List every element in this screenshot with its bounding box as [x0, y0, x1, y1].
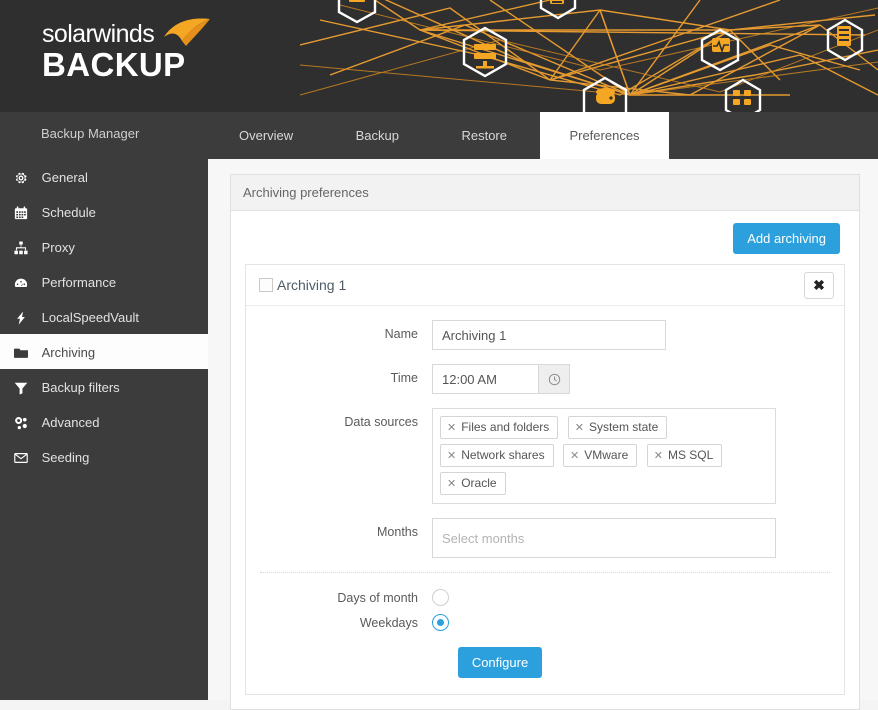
tag-label: VMware — [584, 448, 629, 462]
sidebar-label-localspeedvault: LocalSpeedVault — [41, 310, 139, 326]
panel-body: Add archiving Archiving 1 ✖ Name Archivi… — [231, 211, 859, 709]
archiving-preferences-panel: Archiving preferences Add archiving Arch… — [230, 174, 860, 710]
tag-label: Network shares — [461, 448, 545, 462]
tag-remove-icon[interactable]: ✕ — [447, 422, 456, 434]
time-input[interactable] — [432, 364, 538, 394]
sidebar-label-backup-filters: Backup filters — [41, 380, 120, 396]
tag-label: Oracle — [461, 476, 497, 490]
sidebar-item-general[interactable]: General — [0, 159, 208, 194]
tag-label: System state — [588, 420, 659, 434]
solarwinds-swoosh-icon — [164, 18, 210, 46]
tag-remove-icon[interactable]: ✕ — [447, 450, 456, 462]
configure-button[interactable]: Configure — [457, 647, 543, 678]
time-label: Time — [390, 371, 418, 385]
tag-remove-icon[interactable]: ✕ — [575, 422, 584, 434]
archiving-entry-body: Name Time — [246, 306, 844, 694]
field-row-months: Months — [246, 518, 844, 558]
gear-icon — [14, 171, 36, 185]
sidebar-item-archiving[interactable]: Archiving — [0, 334, 208, 369]
close-icon[interactable]: ✖ — [804, 272, 834, 299]
add-archiving-button[interactable]: Add archiving — [733, 223, 840, 254]
field-row-data-sources: Data sources ✕ Files and folders ✕ System … — [246, 408, 844, 504]
sidebar-item-proxy[interactable]: Proxy — [0, 229, 208, 264]
tab-restore[interactable]: Restore — [432, 112, 536, 159]
radio-row-days-of-month: Days of month — [246, 589, 844, 606]
funnel-icon — [14, 381, 36, 395]
data-sources-tag-input[interactable]: ✕ Files and folders ✕ System state ✕ Networ… — [432, 408, 776, 504]
tag-remove-icon[interactable]: ✕ — [570, 450, 579, 462]
sidebar-item-seeding[interactable]: Seeding — [0, 439, 208, 474]
days-of-month-label: Days of month — [337, 590, 418, 605]
sidebar-item-localspeedvault[interactable]: LocalSpeedVault — [0, 299, 208, 334]
sidebar-label-schedule: Schedule — [41, 205, 96, 221]
calendar-icon — [14, 206, 36, 220]
tag-remove-icon[interactable]: ✕ — [447, 478, 456, 490]
envelope-icon — [14, 451, 36, 465]
tab-backup[interactable]: Backup — [327, 112, 428, 159]
sidebar-label-general: General — [41, 170, 88, 186]
sidebar-label-localperformance: Performance — [41, 275, 117, 291]
sidebar-item-schedule[interactable]: Schedule — [0, 194, 208, 229]
tag-remove-icon[interactable]: ✕ — [654, 450, 663, 462]
sitemap-icon — [14, 241, 36, 255]
tab-preferences[interactable]: Preferences — [540, 112, 669, 159]
sidebar-item-backup-filters[interactable]: Backup filters — [0, 369, 208, 404]
archiving-enable-checkbox[interactable] — [259, 278, 273, 292]
sidebar-label-advanced: Advanced — [41, 415, 100, 431]
top-navbar: Backup Manager Overview Backup Restore P… — [0, 112, 878, 159]
network-decoration-graphic — [300, 0, 878, 112]
tab-overview[interactable]: Overview — [210, 112, 322, 159]
tag-oracle[interactable]: ✕ Oracle — [440, 472, 506, 495]
days-of-month-radio[interactable] — [432, 589, 449, 606]
main-tabs: Overview Backup Restore Preferences — [210, 112, 669, 159]
preferences-sidebar: General Schedule Proxy Performance Local… — [0, 159, 208, 700]
radio-row-weekdays: Weekdays — [246, 614, 844, 631]
tag-network-shares[interactable]: ✕ Network shares — [440, 444, 554, 467]
sidebar-label-archiving: Archiving — [41, 345, 96, 361]
tag-files-and-folders[interactable]: ✕ Files and folders — [440, 416, 559, 439]
top-banner: solarwinds BACKUP — [0, 0, 878, 112]
tag-ms-sql[interactable]: ✕ MS SQL — [646, 444, 723, 467]
bolt-icon — [14, 311, 36, 325]
folder-icon — [14, 346, 36, 360]
logo-product-name: BACKUP — [42, 46, 186, 83]
gauge-icon — [14, 276, 36, 290]
schedule-mode-group: Days of month Weekdays — [246, 573, 844, 631]
archiving-entry-card: Archiving 1 ✖ Name Time — [245, 264, 845, 695]
archiving-entry-header: Archiving 1 ✖ — [246, 265, 844, 306]
gears-icon — [14, 416, 36, 430]
sidebar-item-performance[interactable]: Performance — [0, 264, 208, 299]
panel-title: Archiving preferences — [231, 175, 859, 211]
add-archiving-row: Add archiving — [245, 223, 845, 264]
tag-vmware[interactable]: ✕ VMware — [563, 444, 638, 467]
tag-label: Files and folders — [461, 420, 550, 434]
sidebar-label-proxy: Proxy — [41, 240, 75, 256]
months-input[interactable] — [432, 518, 776, 558]
field-row-name: Name — [246, 320, 844, 350]
weekdays-label: Weekdays — [359, 615, 418, 630]
configure-row: Configure — [246, 639, 844, 694]
sidebar-label-seeding: Seeding — [41, 450, 90, 466]
data-sources-label: Data sources — [344, 415, 418, 429]
tag-system-state[interactable]: ✕ System state — [567, 416, 668, 439]
backup-manager-label: Backup Manager — [41, 126, 140, 141]
name-label: Name — [384, 327, 418, 341]
weekdays-radio[interactable] — [432, 614, 449, 631]
field-row-time: Time — [246, 364, 844, 394]
name-input[interactable] — [432, 320, 666, 350]
content-area: Archiving preferences Add archiving Arch… — [208, 159, 878, 710]
clock-icon[interactable] — [538, 364, 570, 394]
tag-label: MS SQL — [667, 448, 714, 462]
archiving-entry-title: Archiving 1 — [277, 277, 347, 293]
months-label: Months — [377, 525, 418, 539]
solarwinds-backup-logo: solarwinds BACKUP — [42, 18, 210, 83]
sidebar-item-advanced[interactable]: Advanced — [0, 404, 208, 439]
